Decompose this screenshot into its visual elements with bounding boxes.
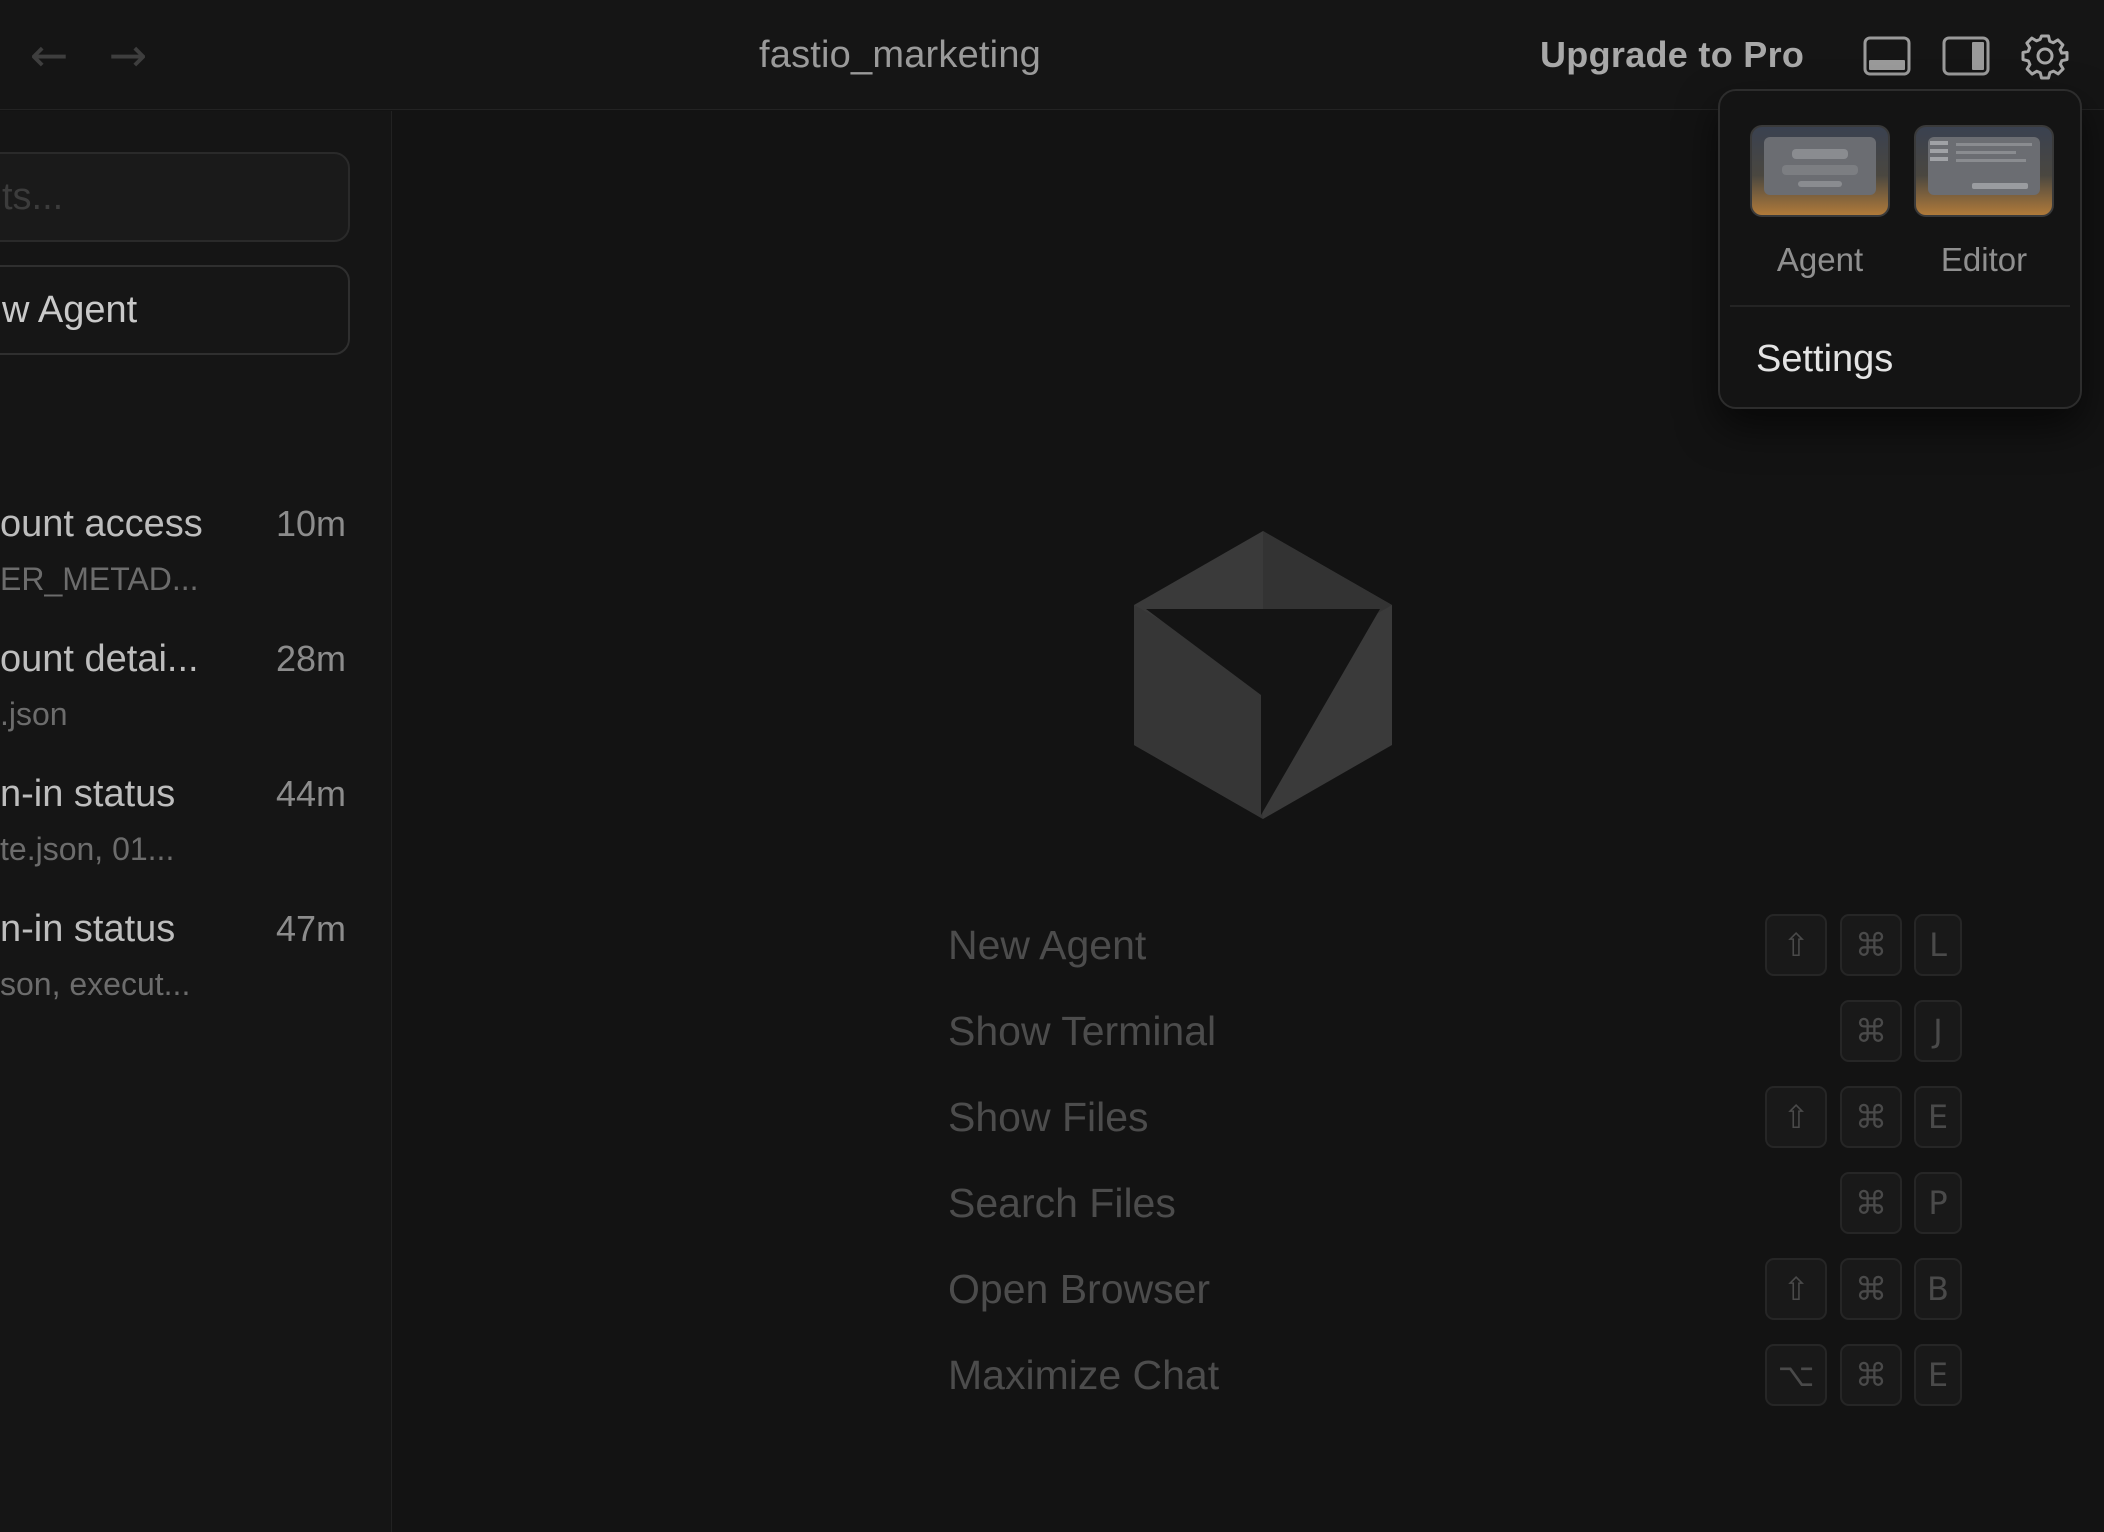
agent-time: 10m [275, 503, 346, 544]
key-cap: E [1914, 1344, 1962, 1406]
layout-agent-label: Agent [1776, 241, 1864, 278]
key-cap: L [1914, 914, 1962, 976]
panel-right-icon[interactable] [1938, 28, 1994, 84]
key-cap: P [1914, 1172, 1962, 1234]
agent-list-item[interactable]: n-in status 47m son, execut... [0, 908, 392, 1028]
agent-subtitle: son, execut... [0, 966, 191, 1002]
cursor-cube-logo-icon [1134, 531, 1392, 819]
agent-title: n-in status [0, 773, 176, 815]
shortcut-maximize-chat: Maximize Chat ⌥ ⌘ E [948, 1342, 1962, 1408]
agent-title: ount detai... [0, 638, 199, 680]
shortcut-label: Open Browser [948, 1265, 1211, 1312]
shortcut-open-browser: Open Browser ⇧ ⌘ B [948, 1256, 1962, 1322]
agent-time: 44m [275, 773, 346, 814]
command-key-icon: ⌘ [1840, 1086, 1902, 1148]
agent-time: 28m [275, 638, 346, 679]
command-key-icon: ⌘ [1840, 914, 1902, 976]
shortcut-label: New Agent [948, 921, 1147, 968]
key-cap: J [1914, 1000, 1962, 1062]
agent-title: ount access [0, 503, 203, 545]
shortcut-new-agent: New Agent ⇧ ⌘ L [948, 912, 1962, 978]
settings-popover: Agent Editor Settings [1718, 89, 2082, 409]
layout-agent-thumbnail [1750, 125, 1890, 217]
search-agents-input[interactable]: ts... [0, 152, 350, 242]
command-key-icon: ⌘ [1840, 1000, 1902, 1062]
agent-list-item[interactable]: ount access 10m ER_METAD... [0, 503, 392, 623]
shortcut-show-terminal: Show Terminal ⌘ J [948, 998, 1962, 1064]
layout-editor-thumbnail [1914, 125, 2054, 217]
gear-icon[interactable] [2017, 28, 2073, 84]
layout-agent-option[interactable]: Agent [1750, 125, 1890, 278]
agent-list-item[interactable]: n-in status 44m te.json, 01... [0, 773, 392, 893]
agent-subtitle: .json [0, 696, 68, 732]
shift-key-icon: ⇧ [1765, 1258, 1827, 1320]
layout-editor-label: Editor [1940, 241, 2028, 278]
sidebar: ts... w Agent ount access 10m ER_METAD..… [0, 111, 392, 1532]
command-key-icon: ⌘ [1840, 1344, 1902, 1406]
settings-menu-item[interactable]: Settings [1756, 331, 1893, 387]
agent-list-item[interactable]: ount detai... 28m .json [0, 638, 392, 758]
key-cap: B [1914, 1258, 1962, 1320]
shortcut-label: Show Files [948, 1093, 1149, 1140]
upgrade-to-pro-button[interactable]: Upgrade to Pro [1540, 24, 1804, 86]
shift-key-icon: ⇧ [1765, 1086, 1827, 1148]
agent-subtitle: te.json, 01... [0, 831, 175, 867]
command-key-icon: ⌘ [1840, 1258, 1902, 1320]
command-key-icon: ⌘ [1840, 1172, 1902, 1234]
option-key-icon: ⌥ [1765, 1344, 1827, 1406]
shortcut-search-files: Search Files ⌘ P [948, 1170, 1962, 1236]
shortcut-label: Show Terminal [948, 1007, 1217, 1054]
panel-bottom-icon[interactable] [1859, 28, 1915, 84]
shortcut-show-files: Show Files ⇧ ⌘ E [948, 1084, 1962, 1150]
layout-editor-option[interactable]: Editor [1914, 125, 2054, 278]
new-agent-button[interactable]: w Agent [0, 265, 350, 355]
shortcut-label: Maximize Chat [948, 1351, 1220, 1398]
shift-key-icon: ⇧ [1765, 914, 1827, 976]
app-window: ← → fastio_marketing Upgrade to Pro ts..… [0, 0, 2104, 1532]
key-cap: E [1914, 1086, 1962, 1148]
shortcut-label: Search Files [948, 1179, 1176, 1226]
agent-title: n-in status [0, 908, 176, 950]
agent-subtitle: ER_METAD... [0, 561, 199, 597]
window-title: fastio_marketing [758, 33, 1041, 76]
popover-divider [1730, 305, 2070, 307]
agent-time: 47m [275, 908, 346, 949]
